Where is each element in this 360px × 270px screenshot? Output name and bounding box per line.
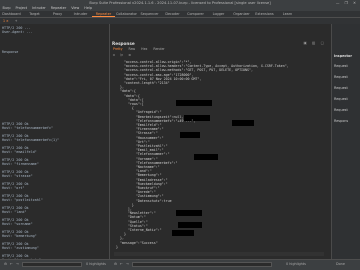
request-pane[interactable]: HTTP/2 200 ... User-Agent: ... Response HTT… bbox=[0, 24, 110, 259]
tab-organizer[interactable]: Organizer bbox=[230, 11, 253, 17]
redaction-block bbox=[180, 132, 200, 138]
tab-learn[interactable]: Learn bbox=[276, 11, 299, 17]
tab-comparer[interactable]: Comparer bbox=[184, 11, 207, 17]
request-line: Host: "bemerkung" bbox=[2, 234, 37, 238]
request-line: Host: "strasse" bbox=[2, 174, 33, 178]
tab-repeater[interactable]: Repeater bbox=[92, 11, 115, 17]
request-line: Host: "telefonnummerbefc" bbox=[2, 126, 54, 130]
response-toolbar: ≡ \n ≣ bbox=[110, 52, 330, 58]
response-editor[interactable]: "access-control-allow-origin":"*", "acce… bbox=[114, 60, 324, 256]
inspector-item[interactable]: Request bbox=[334, 97, 348, 101]
forward-icon[interactable]: → bbox=[126, 262, 129, 266]
inspector-item[interactable]: Request bbox=[334, 108, 348, 112]
tab-sequencer[interactable]: Sequencer bbox=[138, 11, 161, 17]
back-icon[interactable]: ← bbox=[10, 262, 13, 266]
tab-dashboard[interactable]: Dashboard bbox=[0, 11, 23, 17]
request-line: Host: "firmenname" bbox=[2, 162, 39, 166]
tab-collaborator[interactable]: Collaborator bbox=[115, 11, 138, 17]
status-text: Done bbox=[336, 262, 345, 266]
request-line: Host: "ort" bbox=[2, 186, 25, 190]
inspector-item[interactable]: Request bbox=[334, 75, 348, 79]
response-code-line: } bbox=[116, 244, 118, 249]
request-line: Response bbox=[2, 50, 19, 54]
response-search-input[interactable] bbox=[132, 262, 272, 267]
inspector-title: Inspector bbox=[334, 54, 353, 58]
main-tab-bar: Dashboard Target Proxy Intruder Repeater Coll… bbox=[0, 11, 360, 18]
current-line-highlight bbox=[114, 252, 324, 256]
tab-proxy[interactable]: Proxy bbox=[46, 11, 69, 17]
menu-icon[interactable]: ≣ bbox=[126, 53, 134, 57]
settings-icon[interactable]: ⚙ bbox=[114, 262, 117, 266]
newline-toggle-icon[interactable]: \n bbox=[118, 53, 126, 57]
forward-icon[interactable]: → bbox=[16, 262, 19, 266]
tab-decoder[interactable]: Decoder bbox=[161, 11, 184, 17]
response-code-line: "message":"Success" bbox=[116, 240, 158, 245]
tab-logger[interactable]: Logger bbox=[207, 11, 230, 17]
inspector-item[interactable]: Request bbox=[334, 86, 348, 90]
request-line: Host: "vorname" bbox=[2, 222, 33, 226]
tab-target[interactable]: Target bbox=[23, 11, 46, 17]
response-header: Response bbox=[112, 41, 135, 46]
redaction-block bbox=[176, 210, 202, 216]
bottom-bar: ⚙ ← → 0 highlights ⚙ ← → 0 highlights Do… bbox=[0, 259, 360, 270]
back-icon[interactable]: ← bbox=[120, 262, 123, 266]
right-highlights-label: 0 highlights bbox=[286, 262, 306, 266]
layout-icons[interactable]: ▣ ▥ ▢ bbox=[304, 41, 326, 45]
request-line: Host: "land" bbox=[2, 210, 27, 214]
request-search-input[interactable] bbox=[22, 262, 82, 267]
redaction-block bbox=[194, 154, 218, 160]
response-code-line: "content-length":"2134" bbox=[116, 81, 170, 85]
inspector-pane: Inspector Request Request Request Request Re… bbox=[331, 24, 360, 259]
request-line: Host: "emailfeld" bbox=[2, 150, 37, 154]
redaction-block bbox=[232, 120, 254, 126]
inspector-item[interactable]: Request bbox=[334, 64, 348, 68]
redaction-block bbox=[172, 230, 194, 236]
request-line: Host: "telefonnummerbefc(1)" bbox=[2, 138, 60, 142]
request-line: Host: "postleitzahl" bbox=[2, 198, 43, 202]
redaction-block bbox=[178, 222, 202, 228]
settings-icon[interactable]: ⚙ bbox=[4, 262, 7, 266]
pretty-format-icon[interactable]: ≡ bbox=[110, 53, 118, 57]
left-highlights-label: 0 highlights bbox=[86, 262, 106, 266]
request-line: User-Agent: ... bbox=[2, 30, 33, 34]
inspector-item[interactable]: Respons bbox=[334, 119, 348, 123]
response-pane: Response ▣ ▥ ▢ Pretty Raw Hex Render ≡ \n ≣ "… bbox=[110, 24, 330, 259]
redaction-block bbox=[176, 100, 212, 106]
tab-intruder[interactable]: Intruder bbox=[69, 11, 92, 17]
request-line: Host: "zustimmung" bbox=[2, 246, 39, 250]
tab-extensions[interactable]: Extensions bbox=[253, 11, 276, 17]
